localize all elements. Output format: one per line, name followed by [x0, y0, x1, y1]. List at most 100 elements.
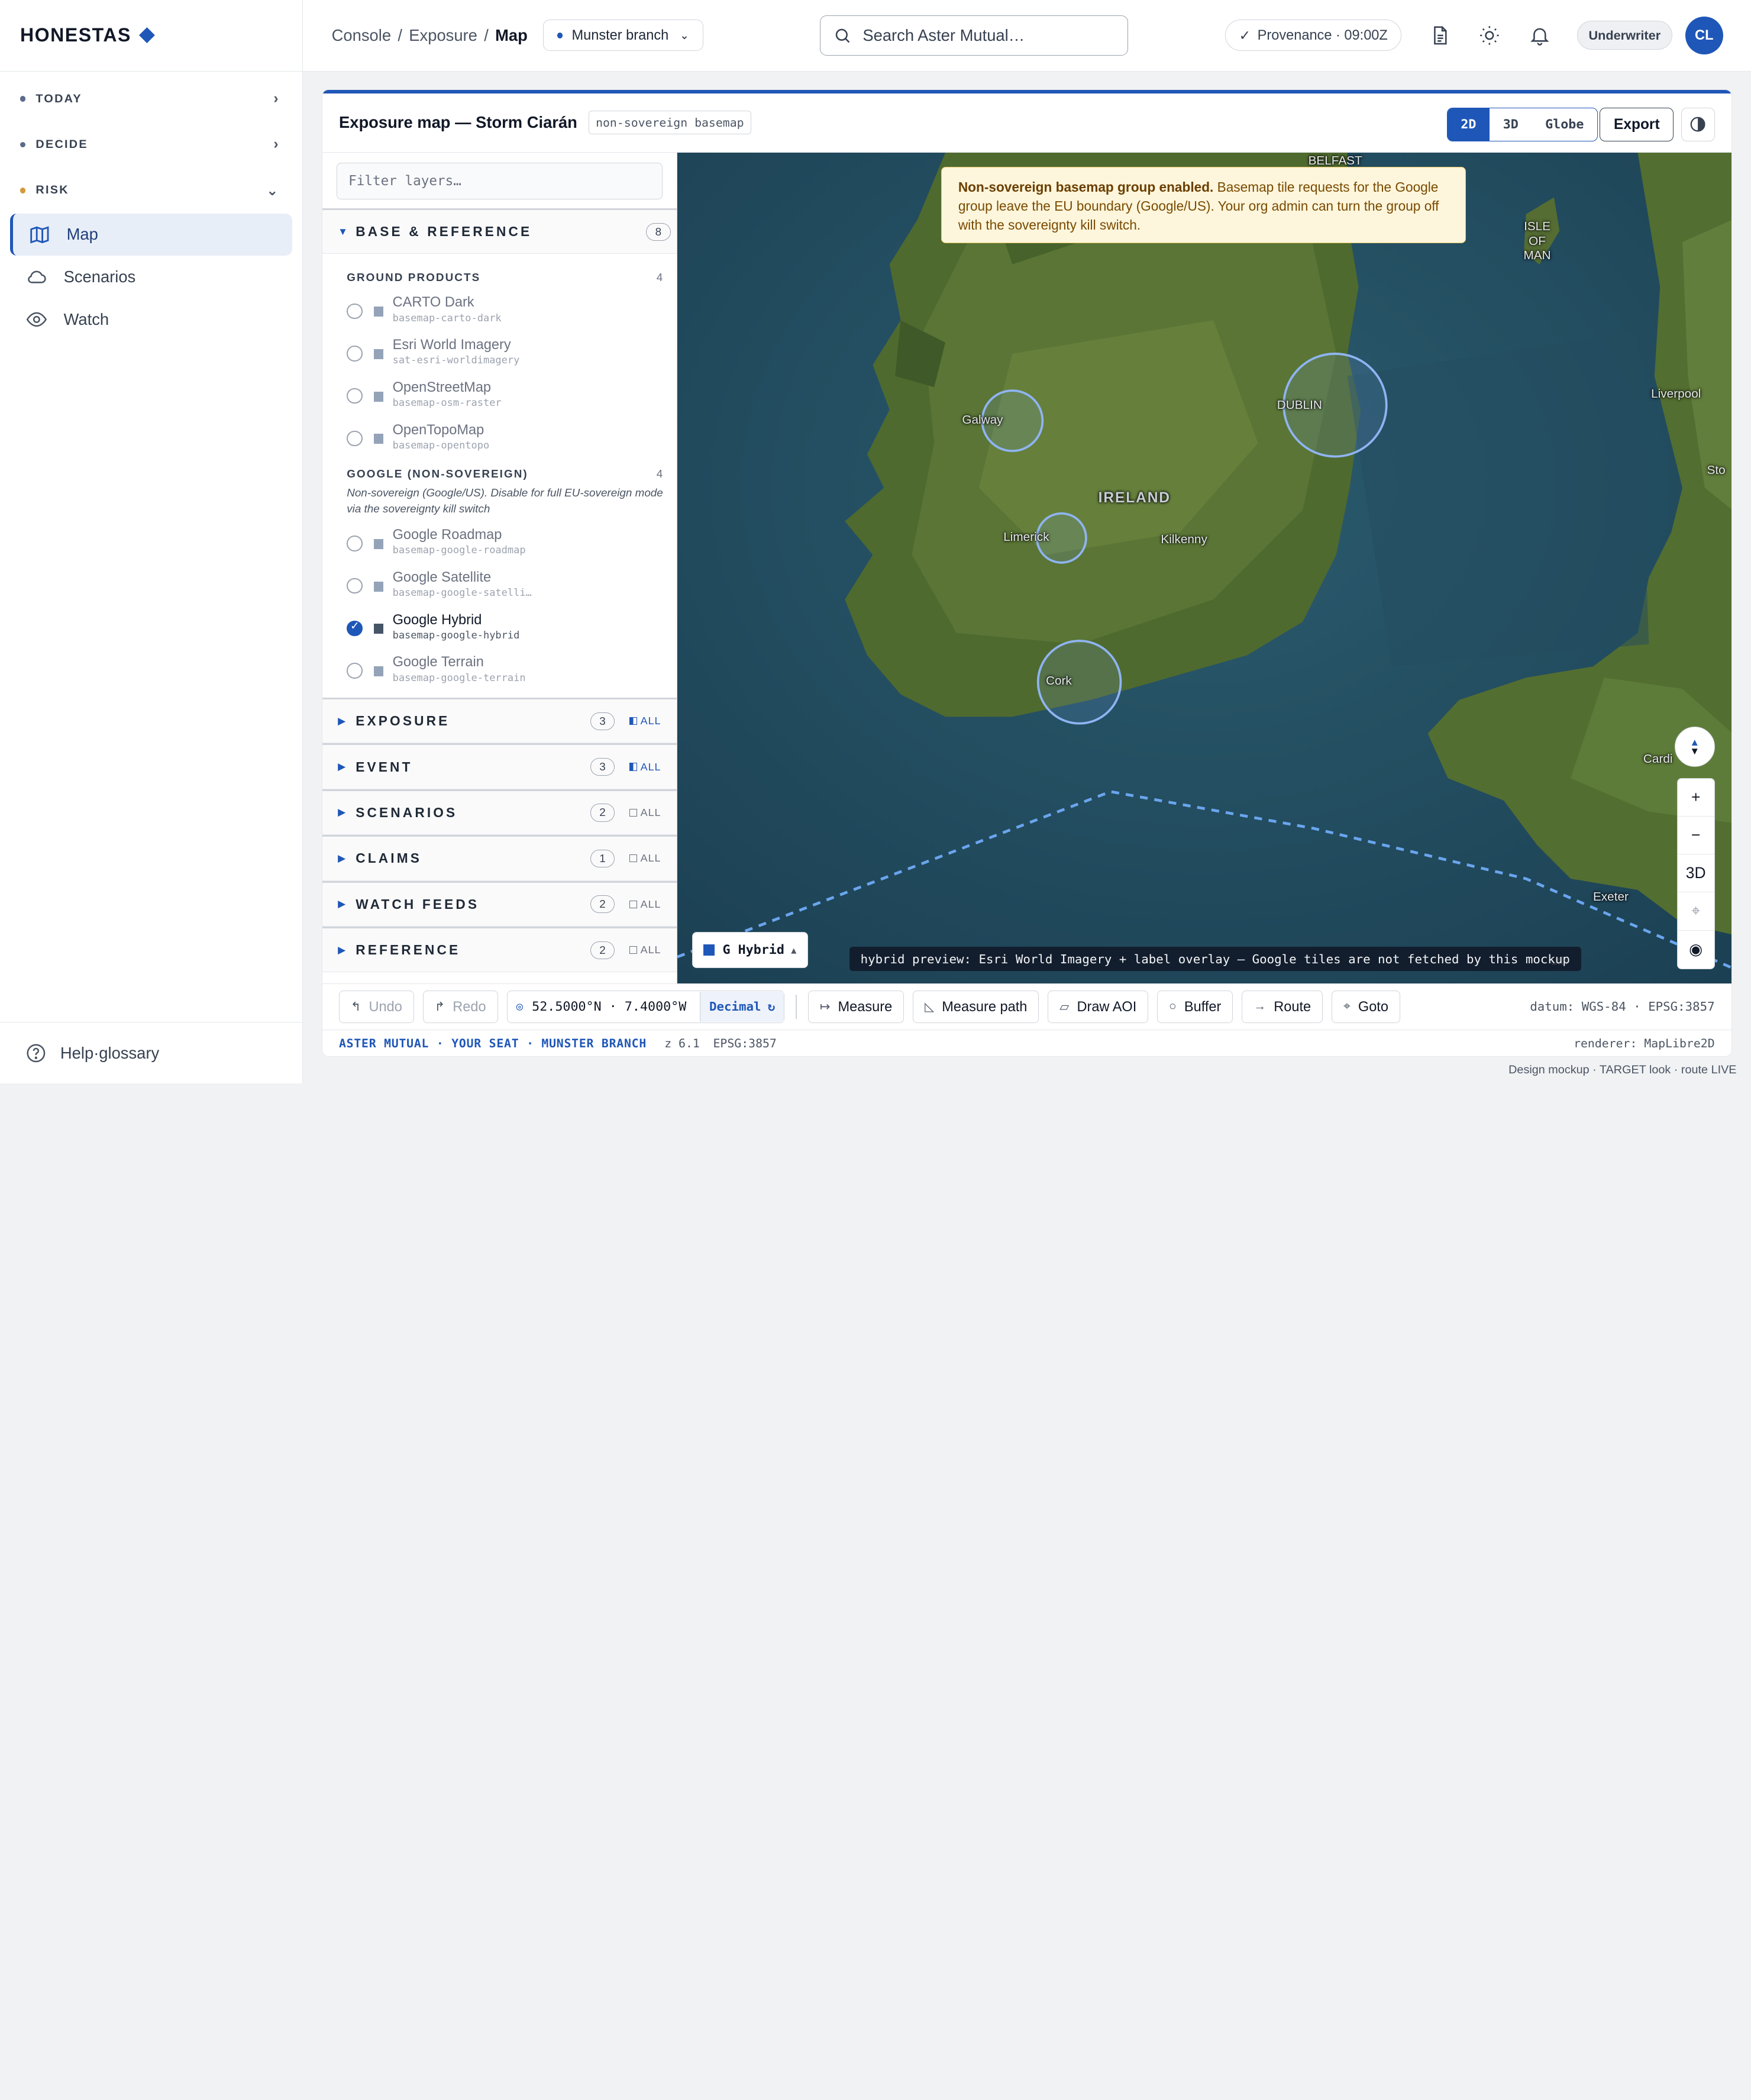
- layer-item[interactable]: OpenTopoMap basemap-opentopo: [347, 422, 670, 462]
- group-dot-icon: [20, 96, 26, 102]
- radio-button[interactable]: [347, 346, 363, 362]
- coord-format-toggle[interactable]: Decimal ↻: [699, 991, 784, 1022]
- layer-name: Google Roadmap: [392, 527, 502, 543]
- sidebar-item-map[interactable]: Map: [9, 213, 292, 256]
- radio-button[interactable]: [347, 388, 363, 404]
- layer-item[interactable]: OpenStreetMap basemap-osm-raster: [347, 379, 670, 420]
- basemap-switcher-chip[interactable]: G Hybrid ▲: [692, 932, 809, 968]
- view-mode-2d[interactable]: 2D: [1447, 108, 1490, 141]
- branch-select[interactable]: Munster branch ⌄: [543, 20, 703, 51]
- sidebar-item-scenarios[interactable]: Scenarios: [10, 256, 292, 298]
- compass-button[interactable]: ▲ ▼: [1674, 727, 1715, 767]
- nav-group-today[interactable]: TODAY ›: [0, 76, 302, 121]
- measure-button[interactable]: ↦ Measure: [808, 991, 904, 1023]
- nav-group-risk[interactable]: RISK ⌄: [0, 167, 302, 213]
- export-button[interactable]: Export: [1600, 108, 1674, 141]
- measure-icon: ↦: [819, 999, 831, 1014]
- map-label-ireland: IRELAND: [1098, 489, 1171, 506]
- zoom-in-button[interactable]: +: [1677, 779, 1714, 817]
- layer-name: Google Hybrid: [392, 611, 482, 627]
- radio-button[interactable]: [347, 430, 363, 447]
- section-exposure[interactable]: ▶ EXPOSURE 3 ALL: [322, 697, 677, 744]
- zoom-out-button[interactable]: −: [1677, 817, 1714, 855]
- coordinate-readout[interactable]: ◎ 52.5000°N · 7.4000°W Decimal ↻: [506, 991, 785, 1023]
- undo-icon: ↰: [350, 999, 361, 1014]
- layer-item[interactable]: Esri World Imagery sat-esri-worldimagery: [347, 337, 670, 377]
- help-label: Help·glossary: [60, 1043, 160, 1062]
- buffer-button[interactable]: ○ Buffer: [1157, 991, 1233, 1023]
- section-event[interactable]: ▶ EVENT 3 ALL: [322, 743, 677, 789]
- draw-aoi-button[interactable]: ▱ Draw AOI: [1048, 991, 1149, 1023]
- select-all-toggle[interactable]: ALL: [629, 761, 661, 773]
- layer-item[interactable]: Google Satellite basemap-google-satelli…: [347, 569, 670, 609]
- 3d-toggle-button[interactable]: 3D: [1677, 854, 1714, 893]
- section-base-reference[interactable]: ▼ BASE & REFERENCE 8: [322, 208, 677, 254]
- bell-icon[interactable]: [1528, 23, 1553, 48]
- section-count: 8: [646, 222, 671, 241]
- path-icon: ◺: [925, 999, 935, 1014]
- radio-button[interactable]: [347, 303, 363, 319]
- breadcrumb-map: Map: [495, 25, 528, 44]
- layer-name: OpenTopoMap: [392, 421, 484, 437]
- select-all-toggle[interactable]: ALL: [629, 944, 661, 956]
- swatch-icon: [373, 434, 384, 444]
- sidebar-item-watch[interactable]: Watch: [10, 298, 292, 341]
- geolocate-button[interactable]: ◉: [1678, 931, 1714, 969]
- map-label-cardi: Cardi: [1643, 752, 1673, 766]
- buffer-icon: ○: [1169, 999, 1177, 1014]
- select-all-toggle[interactable]: ALL: [629, 852, 661, 864]
- goto-button[interactable]: ⌖ Goto: [1332, 991, 1400, 1023]
- select-all-label: ALL: [640, 715, 661, 727]
- map-label-isle-of-man: ISLE OF MAN: [1523, 219, 1551, 263]
- radio-button[interactable]: [347, 536, 363, 551]
- nav-group-decide[interactable]: DECIDE ›: [0, 122, 302, 167]
- section-reference[interactable]: ▶ REFERENCE 2 ALL: [322, 926, 677, 973]
- sidebar-item-label: Watch: [63, 309, 109, 328]
- help-glossary-link[interactable]: Help·glossary: [0, 1022, 303, 1083]
- section-watch-feeds[interactable]: ▶ WATCH FEEDS 2 ALL: [322, 880, 677, 927]
- section-scenarios[interactable]: ▶ SCENARIOS 2 ALL: [322, 789, 677, 836]
- group-dot-icon: [20, 188, 26, 193]
- section-label: CLAIMS: [356, 850, 422, 866]
- select-all-toggle[interactable]: ALL: [629, 807, 661, 819]
- coordinates-text: 52.5000°N · 7.4000°W: [532, 999, 687, 1014]
- search-input[interactable]: Search Aster Mutual…: [819, 15, 1128, 56]
- avatar[interactable]: CL: [1685, 16, 1723, 54]
- select-all-toggle[interactable]: ALL: [629, 898, 661, 911]
- view-mode-3d[interactable]: 3D: [1490, 108, 1532, 141]
- layer-item-selected[interactable]: Google Hybrid basemap-google-hybrid: [347, 612, 670, 652]
- breadcrumb-console[interactable]: Console: [332, 26, 391, 45]
- breadcrumb-exposure[interactable]: Exposure: [409, 26, 477, 45]
- brand-logo[interactable]: HONESTAS: [0, 0, 302, 72]
- group-label: GOOGLE (NON-SOVEREIGN): [347, 467, 528, 480]
- radio-button[interactable]: [347, 663, 363, 679]
- undo-button[interactable]: ↰ Undo: [338, 991, 414, 1023]
- map-canvas[interactable]: BELFAST ISLE OF MAN DUBLIN Galway IRELAN…: [677, 152, 1731, 984]
- redo-button[interactable]: ↱ Redo: [422, 991, 498, 1023]
- sun-icon[interactable]: [1478, 23, 1503, 48]
- compass-south-icon: ▼: [1689, 746, 1700, 757]
- provenance-badge[interactable]: ✓ Provenance · 09:00Z: [1225, 20, 1402, 51]
- filter-layers-input[interactable]: Filter layers…: [337, 162, 663, 199]
- layer-item[interactable]: Google Roadmap basemap-google-roadmap: [347, 527, 670, 567]
- chevron-down-icon: ⌄: [680, 28, 689, 41]
- provenance-text: Provenance · 09:00Z: [1257, 27, 1388, 43]
- radio-button-checked[interactable]: [347, 620, 363, 637]
- section-claims[interactable]: ▶ CLAIMS 1 ALL: [322, 835, 677, 881]
- swatch-icon: [373, 624, 384, 634]
- radio-button[interactable]: [347, 578, 363, 594]
- contrast-toggle[interactable]: [1681, 108, 1715, 141]
- layer-item[interactable]: Google Terrain basemap-google-terrain: [347, 654, 670, 694]
- view-mode-globe[interactable]: Globe: [1532, 108, 1597, 141]
- locate-button[interactable]: ⌖: [1677, 892, 1714, 931]
- layer-name: Google Satellite: [392, 569, 492, 585]
- role-badge[interactable]: Underwriter: [1576, 21, 1673, 50]
- group-header: GOOGLE (NON-SOVEREIGN) 4: [347, 467, 664, 480]
- route-button[interactable]: → Route: [1242, 991, 1323, 1023]
- layer-item[interactable]: CARTO Dark basemap-carto-dark: [347, 294, 670, 334]
- topbar: Console / Exposure / Map Munster branch …: [302, 0, 1751, 72]
- measure-path-button[interactable]: ◺ Measure path: [913, 991, 1039, 1023]
- select-all-toggle[interactable]: ALL: [629, 715, 661, 727]
- help-circle-icon: [26, 1044, 45, 1063]
- document-icon[interactable]: [1428, 23, 1453, 48]
